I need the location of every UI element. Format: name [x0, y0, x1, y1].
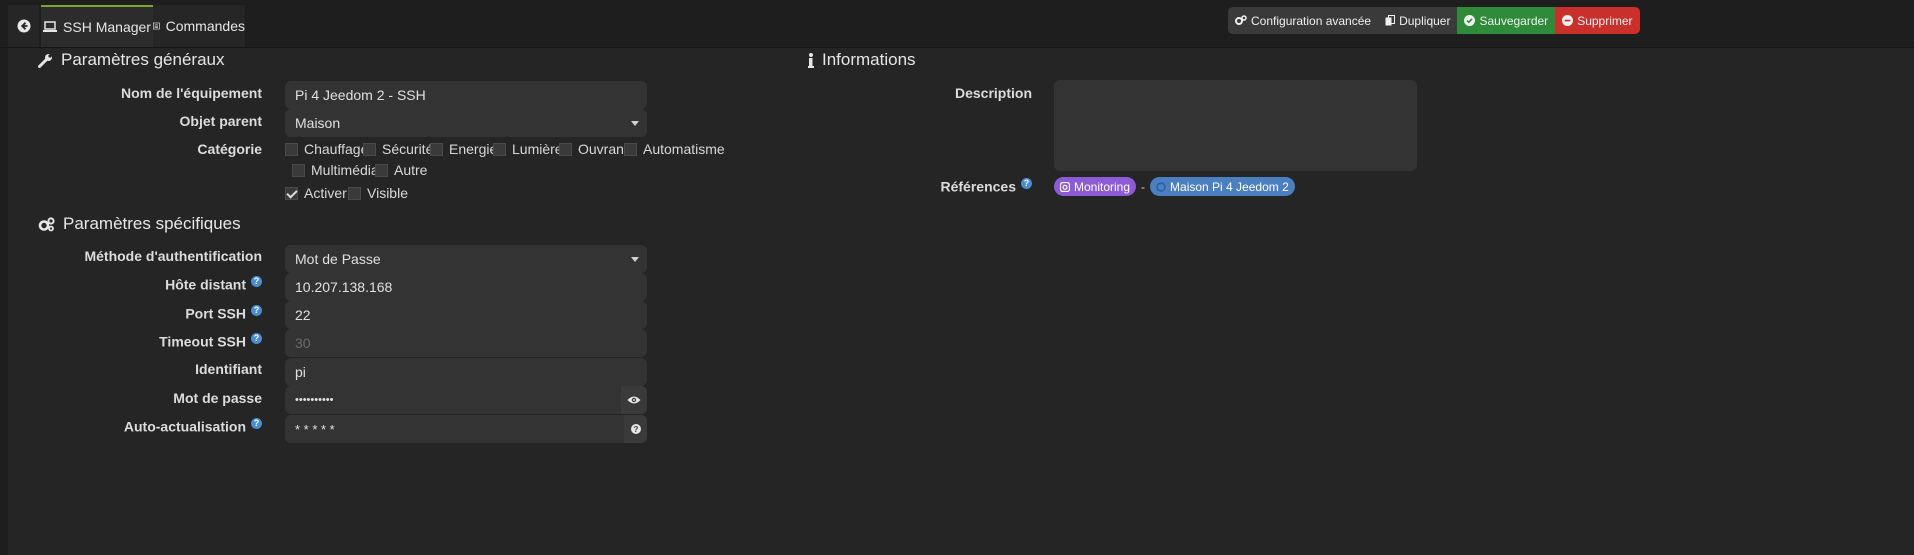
category-checkbox-lumiere[interactable]: Lumière	[493, 141, 563, 157]
help-icon[interactable]: ?	[251, 276, 262, 287]
arrow-circle-left-icon	[17, 19, 30, 33]
reference-badge-monitoring[interactable]: Monitoring	[1054, 177, 1137, 196]
minus-circle-icon	[1562, 15, 1574, 26]
info-section-title: Informations	[808, 50, 916, 70]
specific-section-title: Paramètres spécifiques	[38, 214, 241, 234]
tab-label: SSH Manager	[63, 19, 151, 35]
timeout-label: Timeout SSH?	[0, 333, 262, 350]
category-checkbox-securite[interactable]: Sécurité	[363, 141, 433, 157]
save-button[interactable]: Sauvegarder	[1457, 7, 1556, 34]
laptop-icon	[43, 21, 58, 32]
wrench-icon	[38, 53, 52, 68]
help-icon[interactable]: ?	[251, 305, 262, 316]
ssh-port-input[interactable]: 22	[285, 301, 647, 329]
checkbox[interactable]	[285, 186, 298, 200]
category-checkbox-energie[interactable]: Energie	[430, 141, 497, 157]
action-buttons: Configuration avancée Dupliquer Sauvegar…	[1228, 7, 1640, 34]
advanced-config-button[interactable]: Configuration avancée	[1228, 7, 1379, 34]
tab-label: Commandes	[165, 18, 245, 34]
auth-method-label: Méthode d'authentification	[84, 248, 262, 264]
checkbox[interactable]	[375, 163, 388, 177]
username-input[interactable]: pi	[285, 358, 647, 386]
checkbox[interactable]	[430, 142, 443, 156]
username-label: Identifiant	[195, 361, 262, 377]
visible-checkbox[interactable]: Visible	[348, 185, 408, 201]
general-section-title: Paramètres généraux	[38, 50, 224, 70]
auto-refresh-label: Auto-actualisation?	[0, 418, 262, 435]
eye-icon	[627, 396, 641, 404]
chevron-down-icon	[631, 121, 639, 126]
category-label: Catégorie	[197, 141, 262, 157]
activate-checkbox[interactable]: Activer	[285, 185, 347, 201]
password-label: Mot de passe	[173, 390, 262, 406]
tab-commandes[interactable]: Commandes	[153, 5, 245, 47]
delete-button[interactable]: Supprimer	[1555, 7, 1640, 34]
host-label: Hôte distant?	[0, 276, 262, 293]
tab-ssh-manager[interactable]: SSH Manager	[41, 5, 153, 47]
duplicate-button[interactable]: Dupliquer	[1378, 7, 1458, 34]
remote-host-input[interactable]: 10.207.138.168	[285, 273, 647, 301]
checkbox[interactable]	[363, 142, 376, 156]
checkbox[interactable]	[624, 142, 637, 156]
checkbox[interactable]	[559, 142, 572, 156]
checkbox[interactable]	[493, 142, 506, 156]
checkbox[interactable]	[348, 186, 361, 200]
svg-text:?: ?	[633, 425, 638, 434]
reference-separator: -	[1141, 179, 1146, 194]
checkbox[interactable]	[292, 163, 305, 177]
references-list: Monitoring - Maison Pi 4 Jeedom 2	[1054, 177, 1295, 196]
name-label: Nom de l'équipement	[120, 85, 262, 101]
checkbox[interactable]	[285, 142, 298, 156]
parent-object-select[interactable]: Maison	[285, 109, 647, 137]
equipment-name-input[interactable]: Pi 4 Jeedom 2 - SSH	[285, 81, 647, 109]
cogs-icon	[1235, 15, 1247, 25]
category-checkbox-multimedia[interactable]: Multimédia	[292, 162, 379, 178]
references-label: Références?	[752, 178, 1032, 195]
plugin-icon	[1060, 181, 1070, 192]
show-password-button[interactable]	[621, 386, 647, 414]
category-checkbox-chauffage[interactable]: Chauffage	[285, 141, 368, 157]
auth-method-select[interactable]: Mot de Passe	[285, 245, 647, 273]
help-icon[interactable]: ?	[251, 418, 262, 429]
parent-label: Objet parent	[179, 113, 262, 129]
chevron-down-icon	[631, 257, 639, 262]
category-checkbox-ouvrant[interactable]: Ouvrant	[559, 141, 628, 157]
question-circle-icon: ?	[630, 424, 641, 434]
cron-help-button[interactable]: ?	[624, 415, 647, 443]
password-input[interactable]: ••••••••••	[285, 386, 647, 414]
description-textarea[interactable]	[1054, 80, 1417, 171]
ssh-timeout-input[interactable]: 30	[285, 329, 647, 357]
auto-refresh-input[interactable]: * * * * * ?	[285, 415, 647, 443]
cogs-icon	[38, 216, 55, 231]
category-checkbox-autre[interactable]: Autre	[375, 162, 427, 178]
back-button[interactable]	[8, 5, 39, 47]
help-icon[interactable]: ?	[251, 333, 262, 344]
list-icon	[153, 22, 160, 30]
info-icon	[808, 52, 814, 68]
port-label: Port SSH?	[0, 305, 262, 322]
description-label: Description	[954, 85, 1032, 101]
check-circle-icon	[1464, 15, 1476, 26]
copy-icon	[1385, 15, 1396, 26]
help-icon[interactable]: ?	[1021, 178, 1032, 189]
reference-badge-object[interactable]: Maison Pi 4 Jeedom 2	[1150, 177, 1295, 196]
object-icon	[1156, 181, 1166, 192]
category-checkbox-automatisme[interactable]: Automatisme	[624, 141, 725, 157]
